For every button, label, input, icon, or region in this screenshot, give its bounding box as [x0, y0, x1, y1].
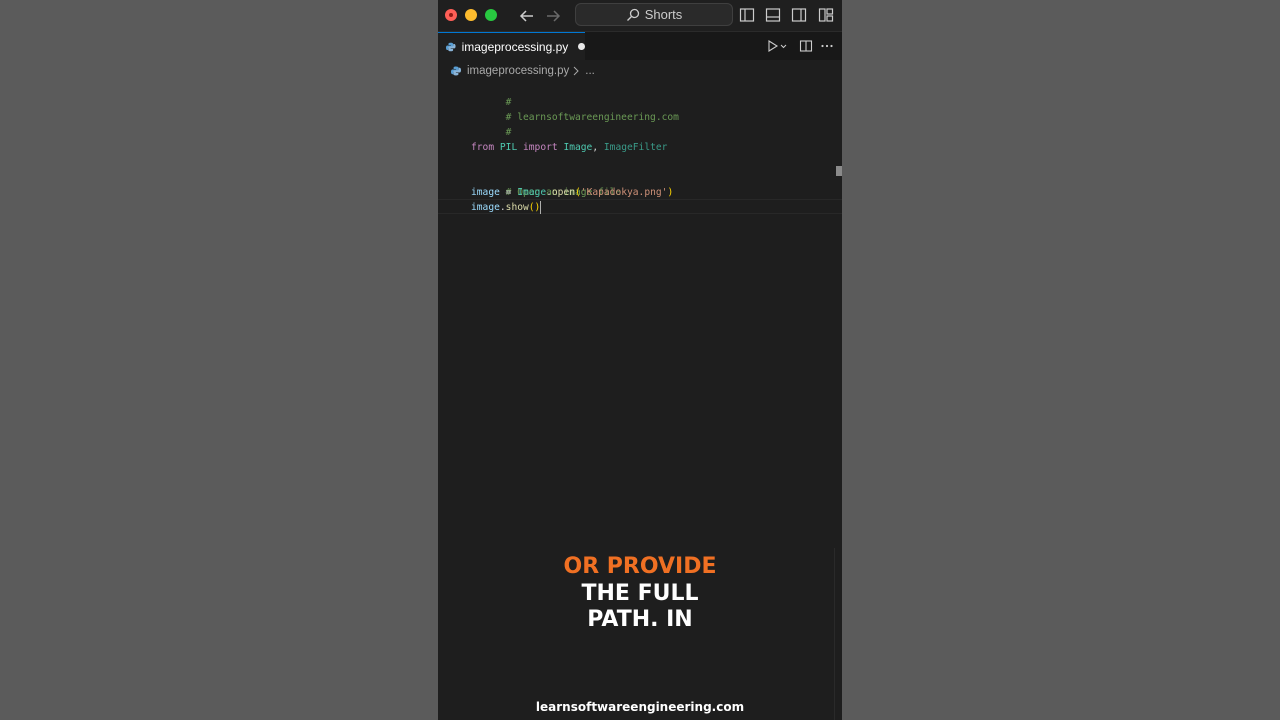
bracket: ) [667, 187, 674, 198]
python-file-icon [451, 66, 461, 76]
caption-line-3: PATH. IN [587, 607, 693, 632]
breadcrumb-ellipsis[interactable]: ... [585, 65, 595, 77]
close-window-button[interactable] [445, 9, 457, 21]
zoom-window-button[interactable] [485, 9, 497, 21]
search-icon [626, 8, 639, 21]
toggle-panel-icon[interactable] [765, 7, 781, 23]
watermark-text: learnsoftwareengineering.com [535, 700, 745, 714]
comment: # learnsoftwareengineering.com [505, 112, 679, 123]
customize-layout-icon[interactable] [818, 7, 834, 23]
code-line-1: # [471, 80, 512, 108]
title-bar: Shorts [438, 0, 842, 32]
forward-arrow-icon[interactable] [543, 6, 563, 26]
tab-filename: imageprocessing.py [461, 39, 569, 54]
breadcrumb: imageprocessing.py ... [438, 60, 842, 82]
operator: = [505, 187, 512, 198]
text-cursor [540, 200, 542, 214]
scrollbar-marker[interactable] [836, 166, 842, 176]
class-name: Image [563, 142, 593, 153]
toggle-primary-sidebar-icon[interactable] [739, 7, 755, 23]
keyword-from: from [471, 142, 495, 153]
variable: image [471, 187, 500, 198]
code-line-2: # learnsoftwareengineering.com [471, 95, 679, 123]
run-icon[interactable] [766, 38, 788, 54]
breadcrumb-file[interactable]: imageprocessing.py [467, 65, 569, 77]
keyword-import: import [523, 142, 558, 153]
caption-line-1: OR PROVIDE [563, 554, 717, 579]
class-name: ImageFilter [603, 142, 668, 153]
string-literal: 'Kapadokya.png' [580, 187, 668, 198]
editor-tab-bar: imageprocessing.py [438, 32, 842, 60]
code-line-3: # [471, 110, 512, 138]
punctuation: , [592, 142, 599, 153]
tab-imageprocessing[interactable]: imageprocessing.py [438, 32, 585, 60]
back-arrow-icon[interactable] [517, 6, 537, 26]
variable: image [471, 202, 500, 213]
more-actions-icon[interactable] [820, 38, 834, 54]
bracket: () [528, 202, 541, 213]
command-center-search[interactable]: Shorts [575, 3, 733, 26]
function-name: open [551, 187, 576, 198]
toggle-secondary-sidebar-icon[interactable] [791, 7, 807, 23]
editor-window: Shorts imageprocessing.py imageprocessin… [438, 0, 842, 720]
python-file-icon [446, 42, 456, 51]
code-line-7: # Open an image file [471, 170, 622, 198]
search-label: Shorts [644, 7, 683, 22]
split-editor-icon[interactable] [799, 38, 813, 54]
class-name: Image [517, 187, 547, 198]
code-line-8: image = Image.open('Kapadokya.png') [471, 185, 673, 200]
minimize-window-button[interactable] [465, 9, 477, 21]
code-line-5: from PIL import Image, ImageFilter [471, 140, 667, 155]
caption-line-2: THE FULL [581, 581, 699, 606]
code-line-9: image.show() [471, 200, 542, 215]
module-name: PIL [499, 142, 518, 153]
unsaved-dot-icon[interactable] [578, 43, 585, 50]
function-name: show [505, 202, 529, 213]
comment: # [505, 127, 512, 138]
chevron-right-icon [573, 66, 579, 76]
